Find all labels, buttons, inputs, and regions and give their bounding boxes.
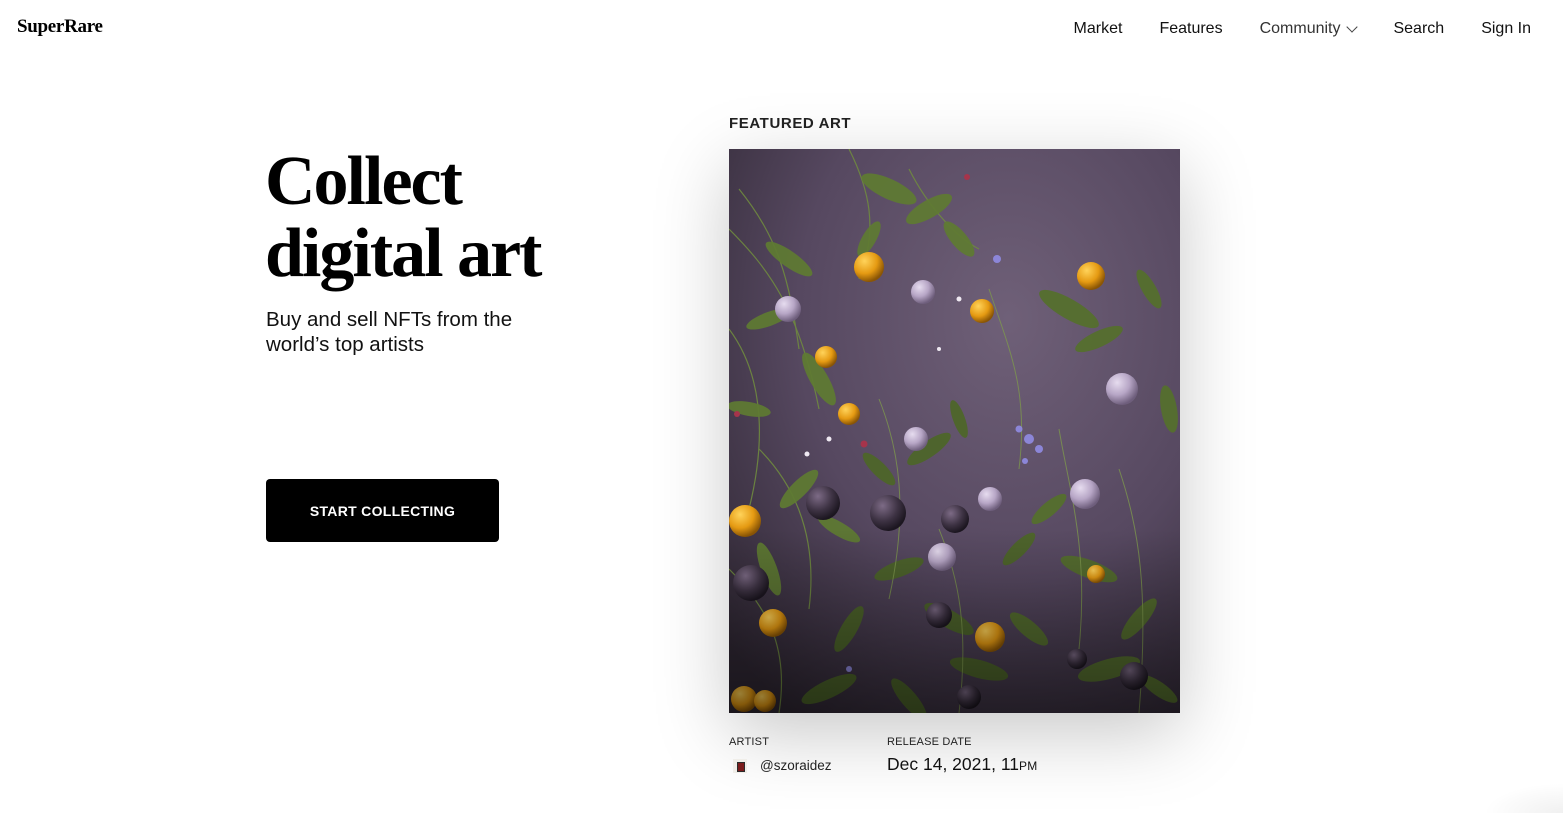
floral-artwork-image: [729, 149, 1180, 713]
hero-subtitle: Buy and sell NFTs from the world’s top a…: [266, 307, 586, 357]
corner-shade: [1483, 783, 1563, 813]
nav-community-dropdown[interactable]: Community: [1259, 20, 1359, 38]
main-nav: Market Features Community Search Sign In: [1037, 18, 1531, 40]
nav-sign-in[interactable]: Sign In: [1481, 20, 1531, 38]
nav-search[interactable]: Search: [1393, 20, 1444, 38]
artist-link[interactable]: @szoraidez: [733, 758, 831, 773]
nav-market[interactable]: Market: [1074, 20, 1123, 38]
featured-artwork[interactable]: [729, 149, 1180, 713]
hero-title-line-1: Collect: [265, 143, 463, 220]
featured-art-label: FEATURED ART: [729, 115, 852, 132]
nav-community-label: Community: [1259, 20, 1341, 37]
artist-handle: @szoraidez: [760, 758, 832, 773]
start-collecting-button[interactable]: START COLLECTING: [266, 479, 499, 542]
hero-title-line-2: digital art: [265, 215, 542, 292]
release-date: Dec 14, 2021, 11PM: [887, 754, 1038, 775]
site-header: SuperRare Market Features Community Sear…: [0, 0, 1563, 58]
superrare-logo[interactable]: SuperRare: [17, 16, 103, 38]
hero-subtitle-line-1: Buy and sell NFTs from the: [266, 308, 513, 331]
nav-features[interactable]: Features: [1159, 20, 1222, 38]
hero-subtitle-line-2: world’s top artists: [266, 333, 424, 356]
chevron-down-icon: [1346, 21, 1359, 33]
release-date-value: Dec 14, 2021, 11: [887, 754, 1019, 774]
release-date-label: RELEASE DATE: [887, 736, 972, 748]
artist-avatar: [733, 758, 747, 773]
release-date-ampm: PM: [1019, 759, 1038, 773]
hero-title: Collect digital art: [265, 143, 542, 292]
artist-label: ARTIST: [729, 736, 770, 748]
